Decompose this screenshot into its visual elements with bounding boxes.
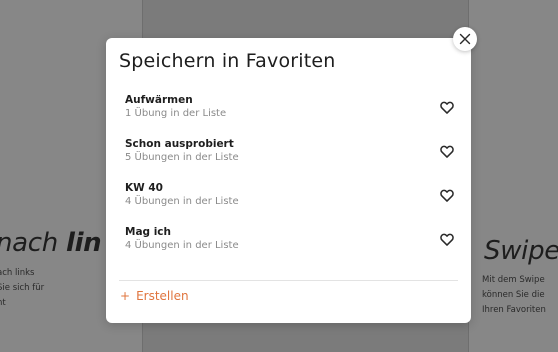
favorite-list-name: Schon ausprobiert	[125, 138, 234, 150]
favorite-list-item[interactable]: Aufwärmen 1 Übung in der Liste	[106, 90, 471, 130]
heart-outline-icon[interactable]	[440, 145, 454, 158]
modal-divider	[119, 280, 458, 281]
modal-title: Speichern in Favoriten	[119, 50, 336, 72]
create-list-button[interactable]: + Erstellen	[120, 289, 189, 309]
create-list-label: Erstellen	[136, 289, 189, 303]
background-heading-left: nach lin	[0, 228, 102, 258]
favorite-list-count: 5 Übungen in der Liste	[125, 152, 239, 163]
heart-outline-icon[interactable]	[440, 233, 454, 246]
favorite-list-count: 4 Übungen in der Liste	[125, 240, 239, 251]
close-icon	[459, 33, 471, 45]
favorite-list-name: Mag ich	[125, 226, 172, 238]
heart-outline-icon[interactable]	[440, 101, 454, 114]
background-text-left: ach links Sie sich für nt	[0, 268, 45, 308]
favorites-modal: Speichern in Favoriten Aufwärmen 1 Übung…	[106, 38, 471, 323]
background-heading-left-light: nach	[0, 228, 66, 258]
favorite-list-item[interactable]: KW 40 4 Übungen in der Liste	[106, 178, 471, 218]
favorite-list-name: Aufwärmen	[125, 94, 193, 106]
favorite-list-name: KW 40	[125, 182, 163, 194]
favorite-list-count: 4 Übungen in der Liste	[125, 196, 239, 207]
background-card-right: Swipe Mit dem Swipe können Sie die Ihren…	[468, 0, 558, 352]
favorite-list-item[interactable]: Schon ausprobiert 5 Übungen in der Liste	[106, 134, 471, 174]
plus-icon: +	[120, 289, 131, 303]
background-heading-left-bold: lin	[65, 228, 102, 258]
favorite-list-item[interactable]: Mag ich 4 Übungen in der Liste	[106, 222, 471, 262]
favorite-list-count: 1 Übung in der Liste	[125, 108, 227, 119]
background-text-right: Mit dem Swipe können Sie die Ihren Favor…	[482, 275, 546, 315]
background-heading-right: Swipe	[484, 236, 558, 266]
close-button[interactable]	[453, 27, 477, 51]
heart-outline-icon[interactable]	[440, 189, 454, 202]
